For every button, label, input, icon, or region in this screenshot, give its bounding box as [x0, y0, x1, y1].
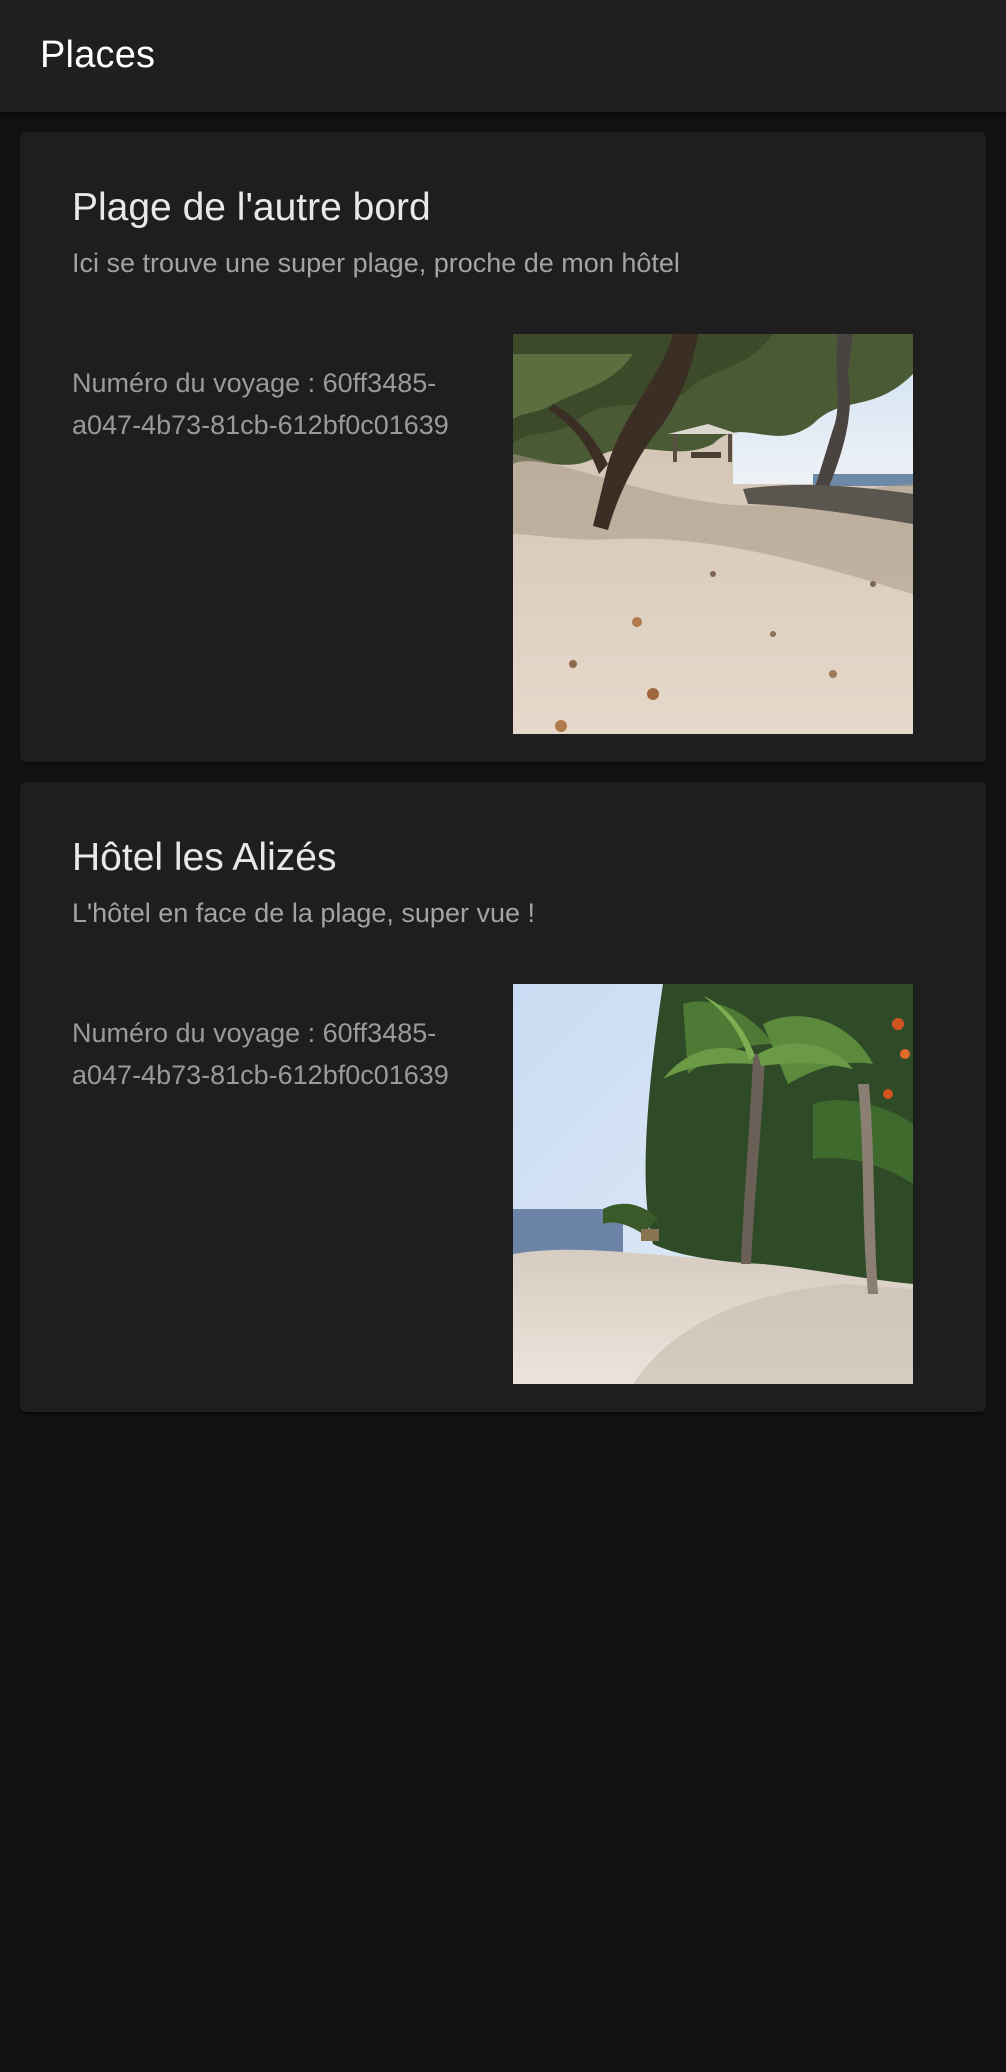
place-title: Hôtel les Alizés — [72, 836, 337, 879]
app-toolbar: Places — [0, 0, 1006, 112]
place-subtitle: L'hôtel en face de la plage, super vue ! — [72, 898, 535, 928]
places-list: Plage de l'autre bord Ici se trouve une … — [0, 112, 1006, 1412]
trip-number: Numéro du voyage : 60ff3485-a047-4b73-81… — [72, 1018, 449, 1090]
place-card[interactable]: Plage de l'autre bord Ici se trouve une … — [20, 132, 986, 762]
beach-photo — [513, 334, 913, 734]
beach-palms-photo — [513, 984, 913, 1384]
place-card[interactable]: Hôtel les Alizés L'hôtel en face de la p… — [20, 782, 986, 1412]
place-subtitle: Ici se trouve une super plage, proche de… — [72, 248, 680, 278]
place-title: Plage de l'autre bord — [72, 186, 431, 229]
page-title: Places — [40, 33, 156, 76]
trip-number: Numéro du voyage : 60ff3485-a047-4b73-81… — [72, 368, 449, 440]
